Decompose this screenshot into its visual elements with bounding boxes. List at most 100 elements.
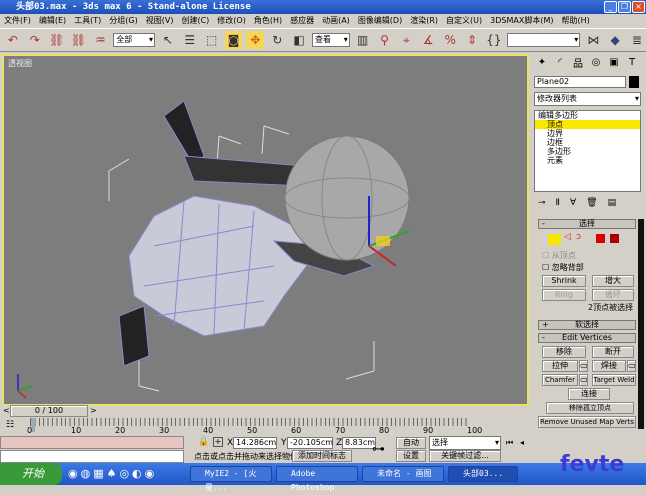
scale-icon[interactable]: ◧ (290, 31, 308, 49)
time-slider[interactable]: 0 / 100 (10, 405, 88, 417)
chamfer-button[interactable]: Chamfer (542, 374, 578, 386)
display-tab-icon[interactable]: ▣ (606, 54, 622, 70)
show-end-result-icon[interactable]: Ⅱ (556, 198, 560, 208)
menu-help[interactable]: 帮助(H) (561, 14, 589, 28)
y-coordinate-field[interactable]: -20.105cm (287, 437, 333, 449)
menu-edit[interactable]: 编辑(E) (39, 14, 66, 28)
modify-tab-icon[interactable]: ◜ (552, 54, 568, 70)
remove-button[interactable]: 移除 (542, 346, 586, 358)
layer-manager-icon[interactable]: ≣ (628, 31, 646, 49)
stack-item-edit-poly[interactable]: 编辑多边形 (535, 111, 640, 120)
ring-button[interactable]: Ring (542, 289, 586, 301)
create-tab-icon[interactable]: ✦ (534, 54, 550, 70)
close-button[interactable]: × (632, 1, 645, 13)
mirror-icon[interactable]: ⋈ (584, 31, 602, 49)
angle-snap-icon[interactable]: ∡ (419, 31, 437, 49)
minimize-button[interactable]: _ (604, 1, 617, 13)
selection-filter-dropdown[interactable]: 全部 (113, 33, 156, 47)
menu-reactor[interactable]: 感应器 (290, 14, 314, 28)
undo-icon[interactable]: ↶ (4, 31, 22, 49)
rotate-icon[interactable]: ↻ (268, 31, 286, 49)
edit-vertices-rollout-header[interactable]: - Edit Vertices (538, 333, 636, 343)
set-key-button[interactable]: 设置 (396, 450, 426, 462)
object-color-swatch[interactable] (629, 76, 639, 88)
z-coordinate-field[interactable]: 8.83cm (342, 437, 376, 449)
element-mode-icon[interactable] (610, 234, 619, 243)
task-3dsmax[interactable]: 头部03... (448, 466, 518, 482)
bind-space-warp-icon[interactable]: ♒ (91, 31, 109, 49)
menu-rendering[interactable]: 渲染(R) (410, 14, 438, 28)
configure-sets-icon[interactable]: ▤ (608, 198, 617, 208)
stack-item-polygon[interactable]: 多边形 (535, 147, 640, 156)
start-button[interactable]: 开始 (0, 463, 62, 485)
vertex-mode-icon[interactable] (548, 234, 561, 245)
ignore-backfacing-checkbox[interactable]: ☐ 忽略背部 (542, 262, 584, 273)
x-coordinate-field[interactable]: 14.286cm (233, 437, 277, 449)
target-weld-button[interactable]: Target Weld (592, 374, 636, 386)
curve-editor-icon[interactable]: ☷ (6, 420, 14, 430)
maxscript-output[interactable] (0, 450, 184, 463)
prev-frame-icon[interactable]: ◂ (520, 438, 524, 447)
link-icon[interactable]: ⛓ (48, 31, 66, 49)
menu-graph-editors[interactable]: 图像编辑(D) (358, 14, 402, 28)
hierarchy-tab-icon[interactable]: 品 (570, 54, 586, 70)
unlink-icon[interactable]: ⛓ (70, 31, 88, 49)
menu-tools[interactable]: 工具(T) (74, 14, 101, 28)
lock-selection-icon[interactable]: 🔒 (198, 437, 209, 447)
break-button[interactable]: 断开 (592, 346, 634, 358)
extrude-button[interactable]: 拉伸 (542, 360, 578, 372)
remove-unused-map-verts-button[interactable]: Remove Unused Map Verts (538, 416, 636, 428)
align-icon[interactable]: ◆ (606, 31, 624, 49)
absolute-mode-icon[interactable]: + (213, 437, 223, 447)
quick-launch-icons[interactable]: ◉◍▦♠◎◐◉ (68, 467, 157, 480)
time-next-button[interactable]: > (90, 406, 97, 415)
border-mode-icon[interactable]: ↄ (576, 232, 581, 242)
panel-scrollbar[interactable] (638, 219, 644, 429)
maxscript-listener-mini[interactable] (0, 436, 184, 449)
manipulate-icon[interactable]: ⚲ (376, 31, 394, 49)
named-selection-dropdown[interactable] (506, 33, 581, 47)
stack-item-element[interactable]: 元素 (535, 156, 640, 165)
polygon-mode-icon[interactable] (596, 234, 605, 243)
remove-modifier-icon[interactable]: 🗑 (586, 198, 597, 208)
extrude-settings-icon[interactable]: ▭ (579, 360, 588, 372)
menu-character[interactable]: 角色(H) (254, 14, 282, 28)
soft-selection-rollout-header[interactable]: + 软选择 (538, 320, 636, 330)
menu-group[interactable]: 分组(G) (109, 14, 137, 28)
select-icon[interactable]: ↖ (159, 31, 177, 49)
edit-named-selection-icon[interactable]: {} (485, 31, 503, 49)
motion-tab-icon[interactable]: ◎ (588, 54, 604, 70)
restore-button[interactable]: ❐ (618, 1, 631, 13)
by-vertex-checkbox[interactable]: ☐ 从顶点 (542, 250, 576, 261)
snap-icon[interactable]: ⌖ (398, 31, 416, 49)
add-time-tag-button[interactable]: 添加时间标志 (292, 450, 352, 462)
shrink-button[interactable]: Shrink (542, 275, 586, 287)
menu-animation[interactable]: 动画(A) (322, 14, 350, 28)
pivot-icon[interactable]: ▥ (354, 31, 372, 49)
pin-stack-icon[interactable]: ⊸ (538, 198, 546, 208)
menu-customize[interactable]: 自定义(U) (446, 14, 482, 28)
menu-modifiers[interactable]: 修改(O) (217, 14, 246, 28)
connect-button[interactable]: 连接 (568, 388, 610, 400)
viewport-label[interactable]: 透视图 (8, 58, 32, 69)
task-photoshop[interactable]: Adobe Photoshop (276, 466, 358, 492)
task-myie2[interactable]: MyIE2 - [火星... (190, 466, 272, 492)
reference-coord-dropdown[interactable]: 查看 (312, 33, 350, 47)
chamfer-settings-icon[interactable]: ▭ (579, 374, 588, 386)
key-filters-button[interactable]: 关键帧过滤... (429, 450, 501, 462)
region-select-icon[interactable]: ⬚ (203, 31, 221, 49)
percent-snap-icon[interactable]: % (441, 31, 459, 49)
weld-settings-icon[interactable]: ▭ (627, 360, 636, 372)
menu-views[interactable]: 视图(V) (146, 14, 174, 28)
task-paint[interactable]: 未命名 - 画图 (362, 466, 444, 482)
move-icon[interactable]: ✥ (246, 31, 265, 49)
menu-maxscript[interactable]: 3DSMAX脚本(M) (490, 14, 553, 28)
menu-file[interactable]: 文件(F) (4, 14, 31, 28)
menu-create[interactable]: 创建(C) (181, 14, 209, 28)
loop-button[interactable]: 循环 (592, 289, 634, 301)
key-mode-dropdown[interactable]: 选择 (429, 436, 501, 450)
stack-item-border[interactable]: 边界 (535, 129, 640, 138)
object-name-field[interactable]: Plane02 (534, 76, 626, 88)
weld-button[interactable]: 焊接 (592, 360, 626, 372)
perspective-viewport[interactable]: 透视图 (2, 54, 529, 406)
